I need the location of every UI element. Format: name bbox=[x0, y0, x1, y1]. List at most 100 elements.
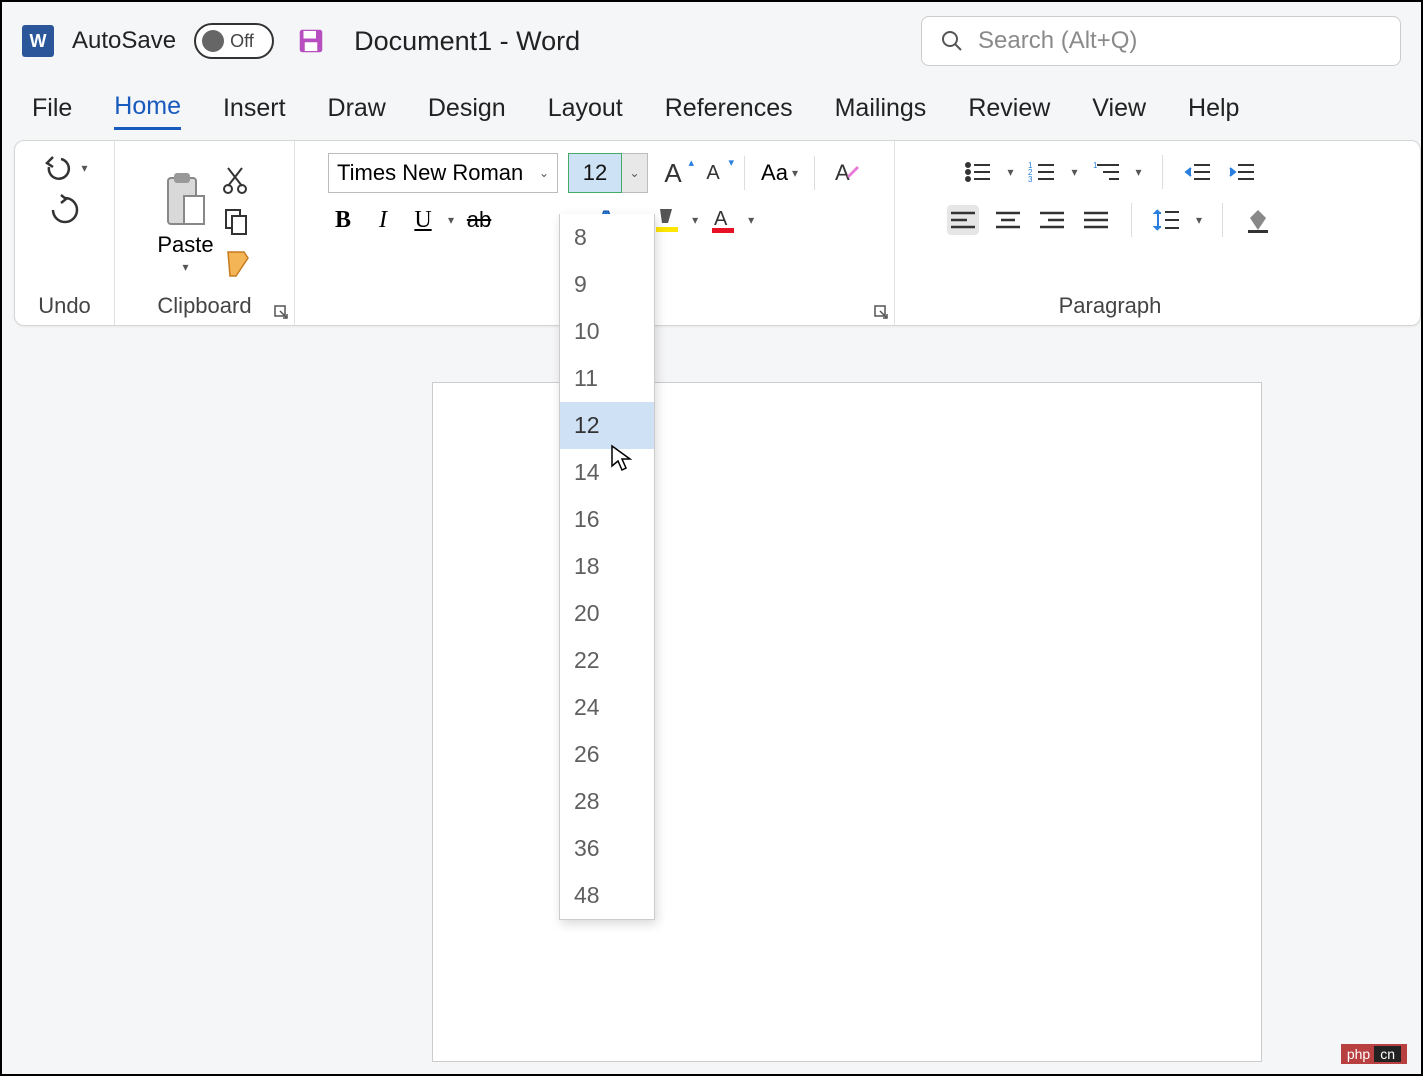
autosave-state: Off bbox=[230, 31, 254, 52]
chevron-down-icon[interactable]: ▾ bbox=[448, 213, 454, 227]
bullets-icon[interactable] bbox=[963, 157, 993, 187]
font-size-option[interactable]: 14 bbox=[560, 449, 654, 496]
dialog-launcher-icon[interactable] bbox=[274, 305, 288, 319]
font-size-option[interactable]: 9 bbox=[560, 261, 654, 308]
font-name-selector[interactable]: Times New Roman ⌄ bbox=[328, 153, 558, 193]
group-paragraph: ▾ 123 ▾ 1 ▾ ▾ Paragraph bbox=[895, 141, 1325, 325]
font-size-option[interactable]: 24 bbox=[560, 684, 654, 731]
tab-design[interactable]: Design bbox=[428, 88, 506, 129]
font-size-option[interactable]: 10 bbox=[560, 308, 654, 355]
svg-text:A: A bbox=[835, 160, 850, 185]
font-size-option[interactable]: 11 bbox=[560, 355, 654, 402]
save-icon[interactable] bbox=[296, 26, 326, 56]
watermark-text-1: php bbox=[1347, 1046, 1370, 1062]
font-size-option[interactable]: 36 bbox=[560, 825, 654, 872]
change-case-button[interactable]: Aa▾ bbox=[761, 160, 798, 186]
font-size-option[interactable]: 28 bbox=[560, 778, 654, 825]
clear-formatting-icon[interactable]: A bbox=[831, 158, 861, 188]
font-size-option[interactable]: 8 bbox=[560, 214, 654, 261]
font-size-option[interactable]: 22 bbox=[560, 637, 654, 684]
font-size-option[interactable]: 26 bbox=[560, 731, 654, 778]
cut-icon[interactable] bbox=[222, 164, 252, 194]
align-right-icon[interactable] bbox=[1037, 205, 1067, 235]
chevron-down-icon: ▾ bbox=[81, 161, 87, 175]
font-color-icon[interactable]: A bbox=[708, 205, 738, 235]
tab-draw[interactable]: Draw bbox=[328, 88, 386, 129]
watermark: php cn bbox=[1341, 1044, 1407, 1064]
title-bar: W AutoSave Off Document1 - Word Search (… bbox=[2, 2, 1421, 80]
chevron-down-icon[interactable]: ▾ bbox=[1007, 165, 1013, 179]
chevron-down-icon[interactable]: ▾ bbox=[1196, 213, 1202, 227]
watermark-text-2: cn bbox=[1374, 1046, 1401, 1062]
format-painter-icon[interactable] bbox=[222, 248, 252, 280]
tab-insert[interactable]: Insert bbox=[223, 88, 286, 129]
justify-icon[interactable] bbox=[1081, 205, 1111, 235]
underline-button[interactable]: U bbox=[408, 205, 438, 235]
tab-references[interactable]: References bbox=[665, 88, 793, 129]
paste-icon[interactable] bbox=[160, 170, 210, 230]
autosave-label: AutoSave bbox=[72, 27, 176, 55]
tab-file[interactable]: File bbox=[32, 88, 72, 129]
search-icon bbox=[940, 29, 964, 53]
font-size-option[interactable]: 18 bbox=[560, 543, 654, 590]
font-size-dropdown-button[interactable]: ⌄ bbox=[622, 153, 648, 193]
multilevel-list-icon[interactable]: 1 bbox=[1092, 157, 1122, 187]
line-spacing-icon[interactable] bbox=[1152, 205, 1182, 235]
dialog-launcher-icon[interactable] bbox=[874, 305, 888, 319]
group-undo: ▾ Undo bbox=[15, 141, 115, 325]
tab-view[interactable]: View bbox=[1092, 88, 1146, 129]
shading-icon[interactable] bbox=[1243, 205, 1273, 235]
increase-indent-icon[interactable] bbox=[1227, 157, 1257, 187]
highlight-icon[interactable] bbox=[652, 205, 682, 235]
decrease-indent-icon[interactable] bbox=[1183, 157, 1213, 187]
chevron-down-icon[interactable]: ▾ bbox=[692, 213, 698, 227]
mouse-cursor-icon bbox=[610, 444, 632, 472]
chevron-down-icon: ⌄ bbox=[629, 166, 639, 180]
svg-text:1: 1 bbox=[1093, 161, 1098, 170]
repeat-button[interactable] bbox=[48, 193, 82, 227]
search-input[interactable]: Search (Alt+Q) bbox=[921, 16, 1401, 66]
group-clipboard: Paste ▾ Clipboard bbox=[115, 141, 295, 325]
tab-mailings[interactable]: Mailings bbox=[835, 88, 927, 129]
chevron-down-icon[interactable]: ▾ bbox=[1136, 165, 1142, 179]
strikethrough-button[interactable]: ab bbox=[464, 205, 494, 235]
autosave-toggle[interactable]: Off bbox=[194, 23, 274, 59]
separator bbox=[1162, 155, 1163, 189]
tab-layout[interactable]: Layout bbox=[548, 88, 623, 129]
italic-button[interactable]: I bbox=[368, 205, 398, 235]
svg-text:3: 3 bbox=[1028, 175, 1033, 184]
bold-button[interactable]: B bbox=[328, 205, 358, 235]
group-label-paragraph: Paragraph bbox=[1059, 293, 1162, 323]
grow-font-icon[interactable]: A▴ bbox=[658, 158, 688, 188]
font-size-value: 12 bbox=[583, 160, 607, 186]
font-size-option[interactable]: 48 bbox=[560, 872, 654, 919]
font-size-option[interactable]: 12 bbox=[560, 402, 654, 449]
change-case-label: Aa bbox=[761, 160, 788, 186]
chevron-down-icon[interactable]: ▾ bbox=[1071, 165, 1077, 179]
copy-icon[interactable] bbox=[222, 206, 252, 236]
undo-button[interactable]: ▾ bbox=[41, 153, 87, 183]
shrink-font-icon[interactable]: A▾ bbox=[698, 158, 728, 188]
paste-label: Paste bbox=[157, 232, 213, 258]
chevron-down-icon: ⌄ bbox=[539, 166, 549, 180]
numbering-icon[interactable]: 123 bbox=[1027, 157, 1057, 187]
word-app-icon: W bbox=[22, 25, 54, 57]
ribbon-tabs: File Home Insert Draw Design Layout Refe… bbox=[2, 80, 1421, 136]
font-size-dropdown-list: 8 9 10 11 12 14 16 18 20 22 24 26 28 36 … bbox=[559, 214, 655, 920]
tab-review[interactable]: Review bbox=[968, 88, 1050, 129]
align-center-icon[interactable] bbox=[993, 205, 1023, 235]
group-label-clipboard: Clipboard bbox=[157, 293, 251, 323]
chevron-down-icon[interactable]: ▾ bbox=[182, 260, 188, 274]
tab-home[interactable]: Home bbox=[114, 86, 181, 130]
align-left-icon[interactable] bbox=[947, 205, 979, 235]
document-page[interactable] bbox=[432, 382, 1262, 1062]
svg-text:A: A bbox=[714, 208, 728, 230]
separator bbox=[1131, 203, 1132, 237]
font-size-option[interactable]: 16 bbox=[560, 496, 654, 543]
chevron-down-icon[interactable]: ▾ bbox=[748, 213, 754, 227]
toggle-knob-icon bbox=[202, 30, 224, 52]
font-size-input[interactable]: 12 bbox=[568, 153, 622, 193]
tab-help[interactable]: Help bbox=[1188, 88, 1239, 129]
separator bbox=[1222, 203, 1223, 237]
font-size-option[interactable]: 20 bbox=[560, 590, 654, 637]
